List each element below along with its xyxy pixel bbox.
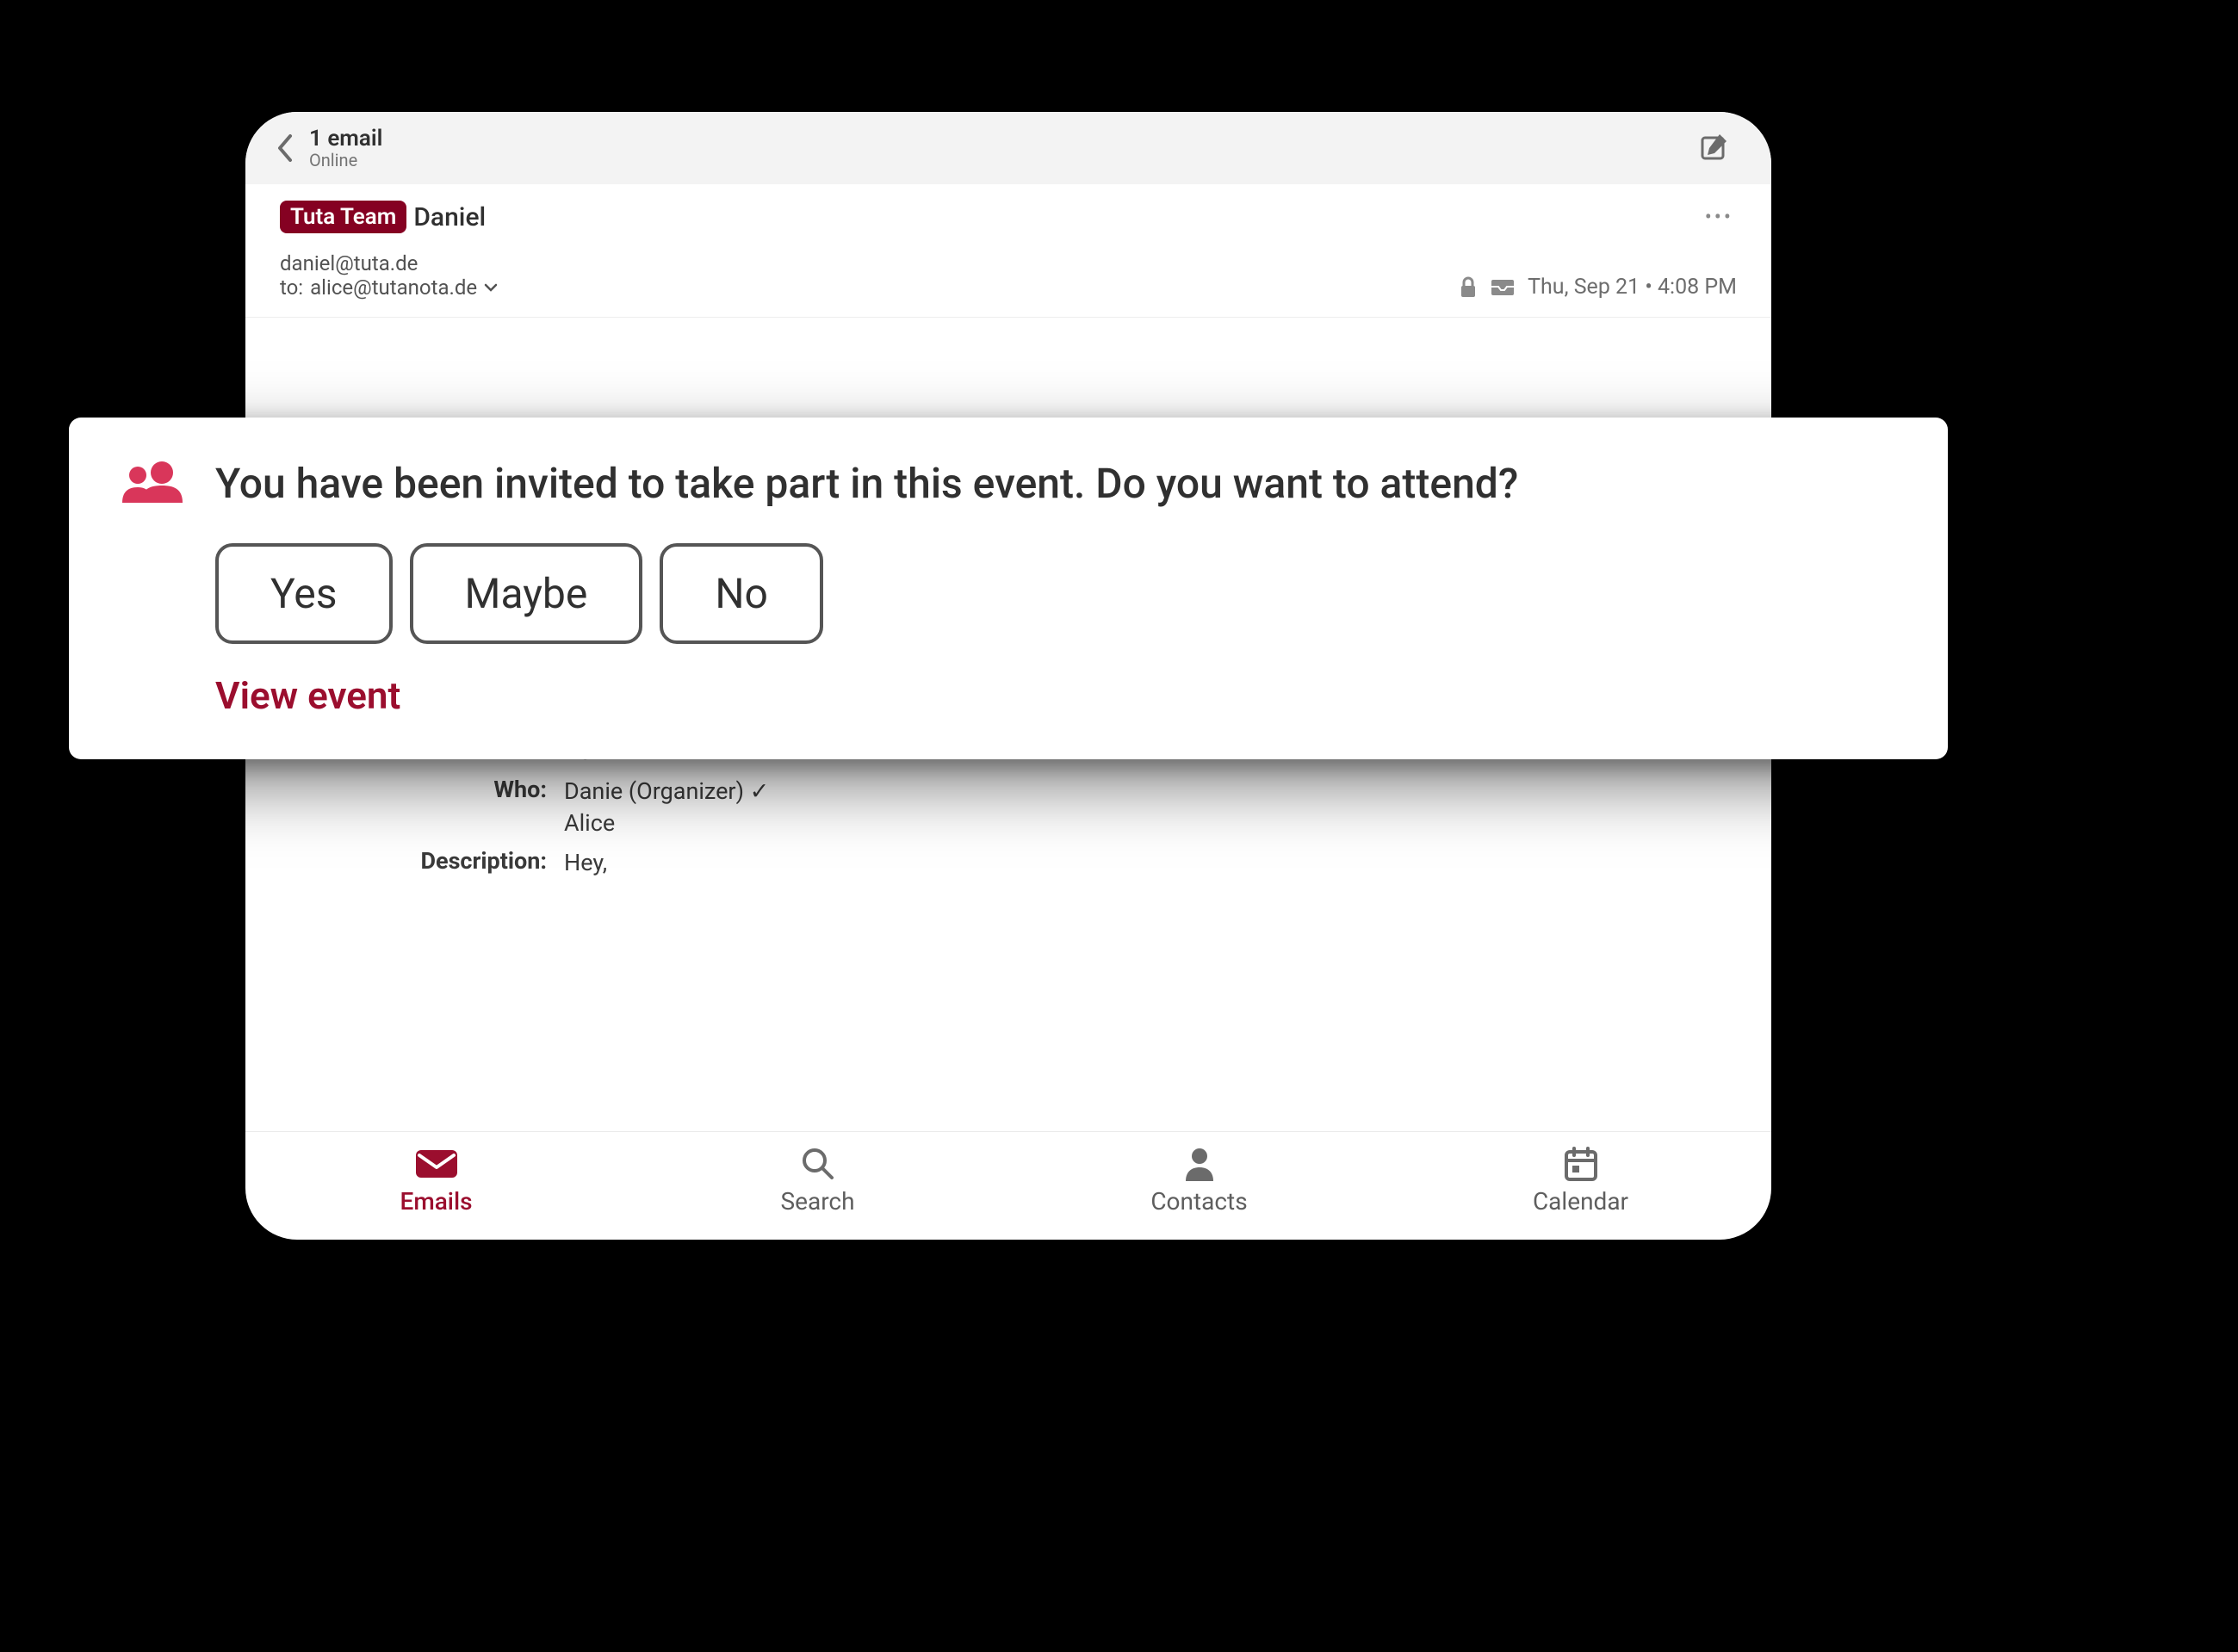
calendar-icon [1562, 1144, 1600, 1184]
to-address: alice@tutanota.de [310, 275, 477, 300]
lock-icon [1459, 276, 1478, 299]
detail-row-description: Description: Hey, [280, 847, 1737, 880]
chevron-down-icon [484, 282, 498, 293]
message-timestamp: Thu, Sep 21 • 4:08 PM [1528, 275, 1737, 300]
back-button[interactable] [275, 133, 294, 164]
detail-row-who: Who: Danie (Organizer) ✓ Alice [280, 776, 1737, 841]
search-icon [799, 1144, 837, 1184]
bottom-nav: Emails Search Contacts [245, 1131, 1771, 1240]
emails-icon [412, 1144, 461, 1184]
description-value: Hey, [564, 847, 607, 880]
sender-name: Daniel [413, 202, 486, 232]
rsvp-button-row: Yes Maybe No [215, 543, 1896, 644]
inbox-icon [1490, 278, 1516, 297]
who-value: Danie (Organizer) ✓ Alice [564, 776, 769, 841]
header-title: 1 email [309, 126, 1692, 152]
nav-emails-label: Emails [400, 1187, 473, 1216]
rsvp-yes-button[interactable]: Yes [215, 543, 393, 644]
from-address: daniel@tuta.de [280, 251, 498, 275]
who-label: Who: [280, 776, 547, 841]
to-row[interactable]: to: alice@tutanota.de [280, 275, 498, 300]
nav-calendar[interactable]: Calendar [1390, 1132, 1771, 1240]
compose-button[interactable] [1692, 124, 1737, 172]
compose-icon [1699, 131, 1730, 162]
rsvp-prompt-text: You have been invited to take part in th… [215, 459, 1518, 509]
people-icon [121, 460, 186, 508]
chevron-left-icon [275, 133, 294, 164]
nav-contacts-label: Contacts [1150, 1187, 1247, 1216]
rsvp-no-button[interactable]: No [660, 543, 823, 644]
more-menu-button[interactable]: ••• [1702, 198, 1737, 236]
view-event-link[interactable]: View event [215, 673, 1896, 718]
header-text-block: 1 email Online [309, 126, 1692, 170]
nav-contacts[interactable]: Contacts [1008, 1132, 1390, 1240]
nav-emails[interactable]: Emails [245, 1132, 627, 1240]
who-line-1: Danie (Organizer) ✓ [564, 776, 769, 808]
message-header: Tuta Team Daniel ••• daniel@tuta.de to: … [245, 184, 1771, 318]
to-prefix: to: [280, 275, 303, 300]
contacts-icon [1182, 1144, 1217, 1184]
nav-calendar-label: Calendar [1533, 1187, 1628, 1216]
sender-row: Tuta Team Daniel ••• [280, 198, 1737, 236]
description-label: Description: [280, 847, 547, 880]
nav-search-label: Search [780, 1187, 854, 1216]
who-line-2: Alice [564, 807, 769, 840]
sender-badge: Tuta Team [280, 201, 406, 233]
nav-search[interactable]: Search [627, 1132, 1008, 1240]
rsvp-maybe-button[interactable]: Maybe [410, 543, 643, 644]
header-subtitle: Online [309, 150, 1692, 170]
rsvp-overlay-card: You have been invited to take part in th… [69, 418, 1948, 759]
message-meta: Thu, Sep 21 • 4:08 PM [1459, 275, 1737, 300]
address-block: daniel@tuta.de to: alice@tutanota.de [280, 251, 1737, 300]
overlay-top-row: You have been invited to take part in th… [121, 459, 1896, 509]
addresses: daniel@tuta.de to: alice@tutanota.de [280, 251, 498, 300]
app-header: 1 email Online [245, 112, 1771, 184]
